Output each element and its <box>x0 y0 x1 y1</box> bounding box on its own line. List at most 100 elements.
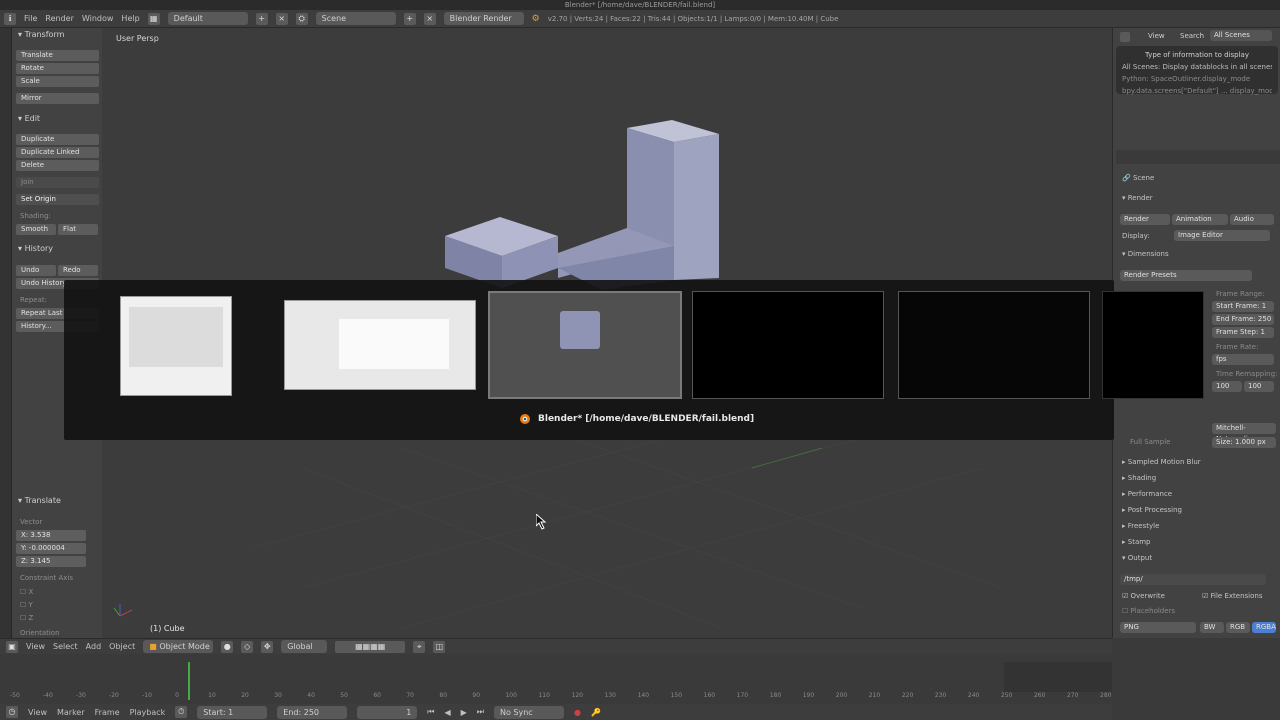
playback-menu[interactable]: Playback <box>130 708 166 717</box>
timeline-area[interactable]: -50 -40 -30 -20 -10 0 10 20 30 40 50 60 70 80 90 100 110… <box>0 654 1112 704</box>
end-frame-field[interactable]: End Frame: 250 <box>1212 314 1274 325</box>
window-thumbnail-2[interactable] <box>284 300 476 390</box>
outliner-display-mode-select[interactable]: All Scenes <box>1210 30 1272 41</box>
render-button[interactable]: Render <box>1120 214 1170 225</box>
outliner-type-icon[interactable] <box>1120 32 1130 42</box>
join-button[interactable]: Join <box>16 177 99 188</box>
constraint-x-checkbox[interactable]: ☐ X <box>20 588 33 596</box>
window-thumbnail-1[interactable] <box>120 296 232 396</box>
add-scene-icon[interactable]: + <box>403 12 416 25</box>
history-panel-header[interactable]: ▾ History <box>18 244 53 253</box>
section-shading[interactable]: ▸ Shading <box>1122 474 1156 482</box>
play-icon[interactable]: ▶ <box>461 708 467 717</box>
scene-icon[interactable]: ⛭ <box>295 12 308 25</box>
end-frame-input[interactable]: End: 250 <box>277 705 348 719</box>
placeholders-checkbox[interactable]: ☐ Placeholders <box>1122 607 1175 615</box>
cube-object[interactable] <box>445 120 719 290</box>
frame-menu[interactable]: Frame <box>95 708 120 717</box>
menu-render[interactable]: Render <box>45 14 73 23</box>
menu-help[interactable]: Help <box>121 14 139 23</box>
rgba-button[interactable]: RGBA <box>1252 622 1276 633</box>
flat-button[interactable]: Flat <box>58 224 98 235</box>
jump-start-icon[interactable]: ⏮ <box>427 707 434 717</box>
scene-select[interactable]: Scene <box>315 12 396 25</box>
properties-context-tabs[interactable] <box>1116 150 1280 164</box>
fps-select[interactable]: fps <box>1212 354 1274 365</box>
object-menu[interactable]: Object <box>109 642 135 651</box>
jump-end-icon[interactable]: ⏭ <box>477 707 484 717</box>
section-sampled-motion-blur[interactable]: ▸ Sampled Motion Blur <box>1122 458 1201 466</box>
section-stamp[interactable]: ▸ Stamp <box>1122 538 1151 546</box>
mode-select[interactable]: ■ Object Mode <box>143 640 214 653</box>
render-preview-icon[interactable]: ◫ <box>433 640 446 653</box>
vector-x-field[interactable]: X: 3.538 <box>16 530 86 541</box>
remap-new-field[interactable]: 100 <box>1244 381 1274 392</box>
snap-icon[interactable]: ⌖ <box>413 640 426 653</box>
shading-mode-icon[interactable]: ● <box>221 640 234 653</box>
menu-window[interactable]: Window <box>82 14 114 23</box>
add-menu[interactable]: Add <box>86 642 102 651</box>
transform-panel-header[interactable]: ▾ Transform <box>18 30 64 39</box>
display-select[interactable]: Image Editor <box>1174 230 1270 241</box>
start-frame-field[interactable]: Start Frame: 1 <box>1212 301 1274 312</box>
animation-button[interactable]: Animation <box>1172 214 1228 225</box>
transform-orientation-select[interactable]: Global <box>281 640 328 653</box>
start-frame-input[interactable]: Start: 1 <box>197 705 268 719</box>
undo-button[interactable]: Undo <box>16 265 56 276</box>
window-thumbnail-4[interactable] <box>692 291 884 399</box>
window-thumbnail-5[interactable] <box>898 291 1090 399</box>
preview-range-icon[interactable]: ⏱ <box>175 706 188 718</box>
filter-select[interactable]: Mitchell-Netravali <box>1212 423 1276 443</box>
edit-panel-header[interactable]: ▾ Edit <box>18 114 40 123</box>
pivot-icon[interactable]: ◇ <box>241 640 254 653</box>
remove-scene-icon[interactable]: × <box>423 12 436 25</box>
translate-button[interactable]: Translate <box>16 50 99 61</box>
output-path-field[interactable]: /tmp/ <box>1120 574 1266 585</box>
marker-menu[interactable]: Marker <box>57 708 85 717</box>
rotate-button[interactable]: Rotate <box>16 63 99 74</box>
timeline-view-menu[interactable]: View <box>28 708 47 717</box>
section-freestyle[interactable]: ▸ Freestyle <box>1122 522 1159 530</box>
section-output[interactable]: ▾ Output <box>1122 554 1152 562</box>
dimensions-panel-header[interactable]: ▾ Dimensions <box>1122 250 1169 258</box>
viewport-editor-type-icon[interactable]: ▣ <box>6 640 18 653</box>
timeline-editor-type-icon[interactable]: ◷ <box>6 706 18 718</box>
outliner-search-menu[interactable]: Search <box>1180 32 1204 40</box>
window-thumbnail-6[interactable] <box>1102 291 1204 399</box>
remove-layout-icon[interactable]: × <box>275 12 288 25</box>
editor-type-icon[interactable]: ℹ <box>4 12 16 25</box>
bw-button[interactable]: BW <box>1200 622 1224 633</box>
render-engine-select[interactable]: Blender Render <box>443 12 524 25</box>
keying-set-icon[interactable]: 🔑 <box>591 708 601 717</box>
frame-step-field[interactable]: Frame Step: 1 <box>1212 327 1274 338</box>
operator-panel-header[interactable]: ▾ Translate <box>18 496 61 505</box>
manipulator-icon[interactable]: ✥ <box>261 640 274 653</box>
view-menu[interactable]: View <box>26 642 45 651</box>
menu-file[interactable]: File <box>24 14 37 23</box>
render-panel-header[interactable]: ▾ Render <box>1122 194 1153 202</box>
duplicate-button[interactable]: Duplicate <box>16 134 99 145</box>
render-presets-select[interactable]: Render Presets <box>1120 270 1252 281</box>
rgb-button[interactable]: RGB <box>1226 622 1250 633</box>
tool-tabs[interactable] <box>0 28 12 638</box>
redo-button[interactable]: Redo <box>58 265 98 276</box>
file-extensions-checkbox[interactable]: ☑ File Extensions <box>1202 592 1262 600</box>
section-performance[interactable]: ▸ Performance <box>1122 490 1172 498</box>
outliner-view-menu[interactable]: View <box>1148 32 1165 40</box>
delete-button[interactable]: Delete <box>16 160 99 171</box>
record-icon[interactable]: ● <box>574 708 581 717</box>
screen-layout-select[interactable]: Default <box>167 12 248 25</box>
screen-layout-icon[interactable]: ▦ <box>147 12 160 25</box>
file-format-select[interactable]: PNG <box>1120 622 1196 633</box>
play-reverse-icon[interactable]: ◀ <box>444 708 450 717</box>
layers-grid-icon[interactable]: ▦▦▦▦ <box>335 640 406 653</box>
mirror-button[interactable]: Mirror <box>16 93 99 104</box>
set-origin-button[interactable]: Set Origin <box>16 194 99 205</box>
smooth-button[interactable]: Smooth <box>16 224 56 235</box>
constraint-z-checkbox[interactable]: ☐ Z <box>20 614 33 622</box>
constraint-y-checkbox[interactable]: ☐ Y <box>20 601 33 609</box>
vector-y-field[interactable]: Y: -0.000004 <box>16 543 86 554</box>
full-sample-checkbox[interactable]: Full Sample <box>1130 438 1170 446</box>
overwrite-checkbox[interactable]: ☑ Overwrite <box>1122 592 1165 600</box>
duplicate-linked-button[interactable]: Duplicate Linked <box>16 147 99 158</box>
